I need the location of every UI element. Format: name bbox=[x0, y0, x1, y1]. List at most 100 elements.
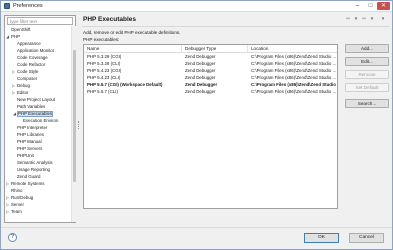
maximize-icon[interactable]: □ bbox=[364, 2, 377, 10]
add-button[interactable]: Add... bbox=[345, 44, 389, 53]
tree-item[interactable]: ▷ Editor bbox=[12, 90, 29, 96]
tree-item-label: Debug bbox=[17, 83, 30, 88]
ok-button[interactable]: OK bbox=[304, 233, 339, 243]
tree-item[interactable]: ▷ Run/Debug bbox=[6, 195, 33, 201]
tree-item[interactable]: ◢ PHP bbox=[6, 34, 21, 40]
app-icon bbox=[4, 3, 10, 9]
table-row[interactable]: PHP 5.4.23 (CLI) Zend Debugger C:\Program … bbox=[84, 75, 337, 81]
tree-item[interactable]: ▷ Code Style bbox=[12, 69, 39, 75]
tree-item-label: Editor bbox=[17, 90, 29, 95]
tree-item[interactable]: OpenShift bbox=[11, 27, 31, 33]
collapsed-arrow-icon[interactable]: ▷ bbox=[6, 209, 9, 215]
cell-location: C:\Program Files (x86)\Zend\Zend Studio … bbox=[251, 68, 337, 73]
tree-item[interactable]: Execution Environ bbox=[23, 118, 58, 124]
tree-item-label: PHP Libraries bbox=[17, 132, 45, 137]
tree-item[interactable]: ▷ Server bbox=[6, 202, 24, 208]
tree-item[interactable]: Code Refactor bbox=[17, 62, 45, 68]
minimize-icon[interactable]: – bbox=[351, 2, 364, 10]
executables-label: PHP executables: bbox=[83, 37, 120, 42]
cell-location: C:\Program Files (x86)\Zend\Zend Studio … bbox=[251, 89, 337, 94]
tree-item[interactable]: PHP Manual bbox=[17, 139, 42, 145]
tree-item[interactable]: Application Monitor bbox=[17, 48, 54, 54]
pane-splitter[interactable] bbox=[78, 121, 79, 129]
tree-item-label: PHPUnit bbox=[17, 153, 34, 158]
cell-debugger: Zend Debugger bbox=[185, 75, 216, 80]
cancel-button[interactable]: Cancel bbox=[349, 233, 384, 243]
table-row[interactable]: PHP 5.4.23 (CGI) Zend Debugger C:\Program … bbox=[84, 68, 337, 74]
cell-debugger: Zend Debugger bbox=[185, 68, 216, 73]
search-button[interactable]: Search... bbox=[345, 99, 389, 108]
tree-item[interactable]: Path Variables bbox=[17, 104, 45, 110]
preferences-tree: OpenShift ◢ PHP Appearance Application Monit… bbox=[5, 27, 71, 223]
tree-item[interactable]: PHP Libraries bbox=[17, 132, 44, 138]
cell-debugger: Zend Debugger bbox=[185, 61, 216, 66]
edit-button[interactable]: Edit... bbox=[345, 57, 389, 66]
table-row[interactable]: PHP 5.3.29 (CGI) Zend Debugger C:\Program … bbox=[84, 54, 337, 60]
back-arrow-icon[interactable]: ⇦ bbox=[344, 16, 352, 23]
column-header-name[interactable]: Name bbox=[84, 45, 182, 53]
tree-item-label: Code Style bbox=[17, 69, 39, 74]
close-icon[interactable]: ✕ bbox=[377, 2, 390, 10]
cell-location: C:\Program Files (x86)\Zend\Zend Studio … bbox=[251, 54, 337, 59]
tree-item[interactable]: PHP Interpreter bbox=[17, 125, 47, 131]
tree-item[interactable]: Usage Reporting bbox=[17, 167, 50, 173]
cell-name: PHP 5.3.29 (CGI) bbox=[87, 54, 122, 59]
page-description: Add, remove or edit PHP executable defin… bbox=[83, 30, 181, 35]
remove-button[interactable]: Remove bbox=[345, 70, 389, 79]
dropdown-icon[interactable]: ▾ bbox=[368, 16, 376, 23]
collapsed-arrow-icon[interactable]: ▷ bbox=[6, 181, 9, 187]
cell-location: C:\Program Files (x86)\Zend\Zend Studio … bbox=[251, 61, 337, 66]
cell-location: C:\Program Files (x86)\Zend\Zend Studio … bbox=[251, 82, 337, 87]
tree-item[interactable]: Composer bbox=[17, 76, 37, 82]
tree-item[interactable]: Zend Guard bbox=[17, 174, 40, 180]
column-header-debugger-type[interactable]: Debugger Type bbox=[182, 45, 248, 53]
table-row[interactable]: PHP 5.3.29 (CLI) Zend Debugger C:\Program … bbox=[84, 61, 337, 67]
tree-item-label: Code Refactor bbox=[17, 62, 46, 67]
tree-item[interactable]: ▷ Remote Systems bbox=[6, 181, 44, 187]
executables-table: Name Debugger Type Location PHP 5.3.29 (… bbox=[83, 44, 338, 209]
collapsed-arrow-icon[interactable]: ▷ bbox=[12, 83, 15, 89]
help-icon[interactable]: ? bbox=[8, 233, 17, 242]
tree-scrollbar[interactable] bbox=[71, 26, 76, 222]
collapsed-arrow-icon[interactable]: ▷ bbox=[12, 69, 15, 75]
tree-item[interactable]: Code Coverage bbox=[17, 55, 48, 61]
dropdown-icon[interactable]: ▾ bbox=[352, 16, 360, 23]
expanded-arrow-icon[interactable]: ◢ bbox=[6, 34, 9, 40]
preferences-window: Preferences – □ ✕ type filter text OpenS… bbox=[0, 0, 393, 250]
tree-item-label: Code Coverage bbox=[17, 55, 48, 60]
menu-icon[interactable]: ▾ bbox=[379, 16, 387, 23]
header-divider bbox=[82, 26, 390, 27]
tree-item[interactable]: ▷ Team bbox=[6, 209, 22, 215]
tree-item[interactable]: Rhino bbox=[11, 188, 22, 194]
collapsed-arrow-icon[interactable]: ▷ bbox=[12, 90, 15, 96]
tree-item[interactable]: PHPUnit bbox=[17, 153, 34, 159]
tree-item-label: Semantic Analysis bbox=[17, 160, 53, 165]
tree-item[interactable]: ◢ PHP Executables bbox=[13, 111, 54, 117]
collapsed-arrow-icon[interactable]: ▷ bbox=[6, 202, 9, 208]
table-row[interactable]: PHP 5.5.7 (CGI) (Workspace Default) Zend … bbox=[84, 82, 337, 88]
expanded-arrow-icon[interactable]: ◢ bbox=[13, 112, 16, 116]
forward-arrow-icon[interactable]: ⇨ bbox=[360, 16, 368, 23]
tree-item-label: PHP bbox=[11, 34, 21, 39]
tree-item-label: Team bbox=[11, 209, 22, 214]
preferences-tree-pane: type filter text OpenShift ◢ PHP Appearance… bbox=[4, 15, 76, 223]
table-row[interactable]: PHP 5.5.7 (CLI) Zend Debugger C:\Program F… bbox=[84, 89, 337, 95]
tree-item-label: Zend Guard bbox=[17, 174, 41, 179]
tree-item[interactable]: Appearance bbox=[17, 41, 41, 47]
page-header: PHP Executables ⇦ ▾ ⇨ ▾ ▾ bbox=[82, 15, 390, 25]
tree-item[interactable]: ▷ Debug bbox=[12, 83, 30, 89]
filter-input[interactable]: type filter text bbox=[7, 17, 73, 25]
cell-debugger: Zend Debugger bbox=[185, 89, 216, 94]
column-header-location[interactable]: Location bbox=[248, 45, 337, 53]
tree-scrollbar-thumb[interactable] bbox=[73, 50, 76, 182]
collapsed-arrow-icon[interactable]: ▷ bbox=[6, 195, 9, 201]
tree-item-label: Application Monitor bbox=[17, 48, 55, 53]
tree-item[interactable]: New Project Layout bbox=[17, 97, 55, 103]
tree-item-label: Rhino bbox=[11, 188, 23, 193]
cell-debugger: Zend Debugger bbox=[185, 54, 216, 59]
tree-item-label: New Project Layout bbox=[17, 97, 56, 102]
tree-item[interactable]: PHP Servers bbox=[17, 146, 42, 152]
set-default-button[interactable]: Set Default bbox=[345, 83, 389, 92]
tree-item-label: Server bbox=[11, 202, 24, 207]
tree-item[interactable]: Semantic Analysis bbox=[17, 160, 53, 166]
